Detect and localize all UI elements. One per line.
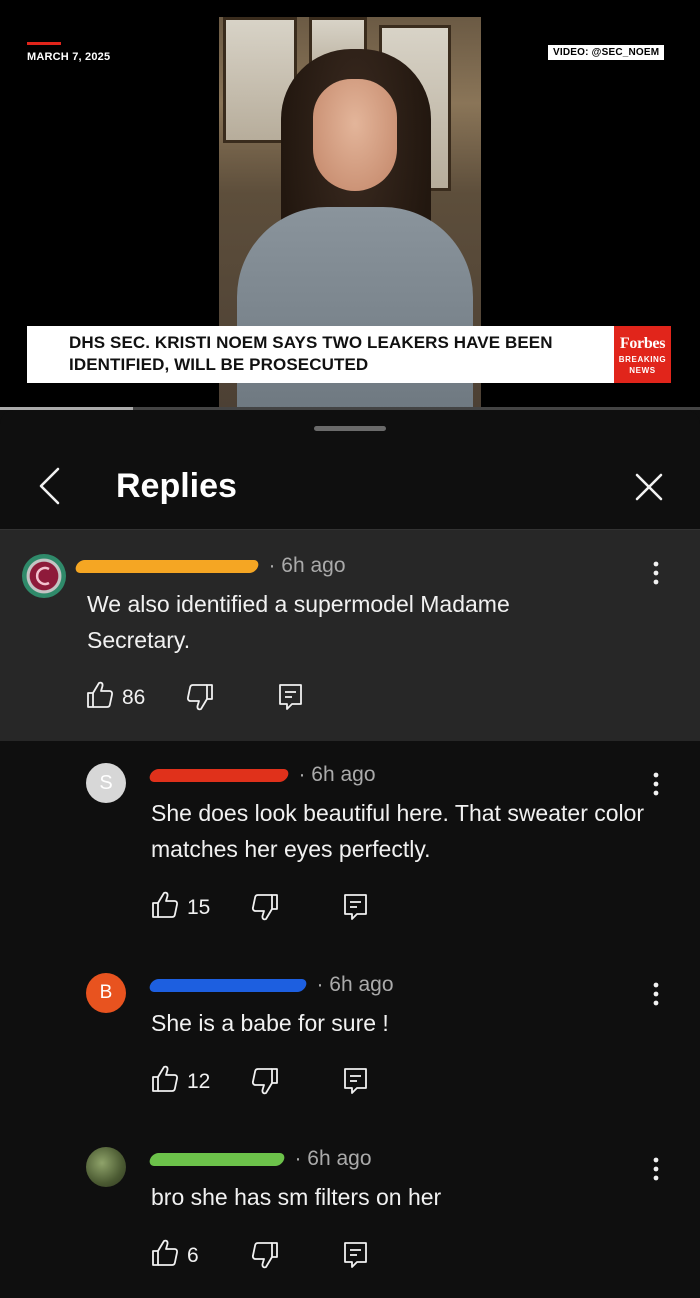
lower-third-banner: DHS SEC. KRISTI NOEM SAYS TWO LEAKERS HA… (27, 326, 615, 383)
redacted-username (147, 768, 291, 782)
reply-button[interactable] (342, 1066, 372, 1102)
back-button[interactable] (30, 466, 70, 506)
breaking-label: BREAKING (618, 355, 667, 364)
video-credit: VIDEO: @SEC_NOEM (548, 45, 665, 60)
like-count: 12 (187, 1070, 211, 1093)
speaker-face (313, 79, 397, 191)
reply-icon (344, 1068, 367, 1094)
avatar-letter: S (99, 772, 113, 794)
reply-icon (344, 1242, 367, 1268)
close-icon (635, 473, 663, 501)
like-button[interactable] (151, 1238, 181, 1274)
more-vert-icon (653, 772, 659, 796)
more-options-button[interactable] (646, 1154, 666, 1184)
comment-text: bro she has sm filters on her (151, 1184, 442, 1210)
reply-icon (344, 894, 367, 920)
like-count: 6 (187, 1244, 199, 1267)
redacted-username (73, 559, 261, 573)
avatar[interactable] (86, 1147, 126, 1187)
comment-actions: 6 (151, 1238, 411, 1274)
reply-button[interactable] (277, 682, 307, 718)
thumb-up-icon (152, 1065, 179, 1092)
drag-handle[interactable] (314, 426, 386, 431)
more-options-button[interactable] (646, 558, 666, 588)
comment-actions: 15 (151, 890, 411, 926)
dislike-button[interactable] (186, 682, 216, 718)
more-options-button[interactable] (646, 769, 666, 799)
comment-time: · 6h ago (268, 554, 346, 577)
comment-text: She does look beautiful here. That sweat… (151, 800, 645, 862)
like-count: 15 (187, 896, 211, 919)
comment-text: She is a babe for sure ! (151, 1010, 389, 1036)
monogram-icon (35, 566, 50, 586)
thumb-down-icon (186, 684, 213, 711)
dislike-button[interactable] (251, 1240, 281, 1276)
more-vert-icon (653, 561, 659, 585)
comment-time: · 6h ago (316, 973, 394, 996)
like-button[interactable] (86, 680, 116, 716)
dislike-button[interactable] (251, 1066, 281, 1102)
avatar[interactable]: B (86, 973, 126, 1013)
author-row: · 6h ago (147, 1147, 372, 1175)
more-options-button[interactable] (646, 979, 666, 1009)
redacted-username (147, 1152, 287, 1166)
avatar-letter: B (99, 982, 113, 1003)
comment-actions: 12 (151, 1064, 411, 1100)
like-button[interactable] (151, 1064, 181, 1100)
author-row: · 6h ago (147, 763, 376, 791)
author-row: · 6h ago (147, 973, 394, 1001)
panel-title: Replies (116, 467, 237, 505)
author-row: · 6h ago (73, 554, 346, 582)
reply-icon (279, 684, 302, 710)
comment-time: · 6h ago (298, 763, 376, 786)
thumb-down-icon (251, 1242, 278, 1269)
chevron-left-icon (39, 467, 60, 505)
thumb-up-icon (87, 681, 114, 708)
reply-button[interactable] (342, 1240, 372, 1276)
dislike-button[interactable] (251, 892, 281, 928)
redacted-username (147, 978, 309, 992)
thumb-down-icon (251, 894, 278, 921)
like-button[interactable] (151, 890, 181, 926)
date-accent-bar (27, 42, 61, 45)
comment-actions: 86 (86, 680, 346, 716)
news-label: NEWS (629, 366, 656, 375)
video-headline: DHS SEC. KRISTI NOEM SAYS TWO LEAKERS HA… (69, 333, 553, 374)
forbes-wordmark: Forbes (619, 335, 666, 352)
more-vert-icon (653, 982, 659, 1006)
close-button[interactable] (628, 466, 670, 508)
video-player[interactable]: MARCH 7, 2025 VIDEO: @SEC_NOEM DHS SEC. … (0, 0, 700, 410)
more-vert-icon (653, 1157, 659, 1181)
thumb-up-icon (152, 1239, 179, 1266)
forbes-logo: Forbes BREAKING NEWS (614, 326, 671, 383)
comment-time: · 6h ago (294, 1147, 372, 1170)
avatar[interactable] (22, 554, 66, 598)
thumb-down-icon (251, 1068, 278, 1095)
comment-text: We also identified a supermodel Madame S… (87, 591, 510, 653)
like-count: 86 (122, 686, 146, 709)
avatar[interactable]: S (86, 763, 126, 803)
replies-panel: Replies · 6h ago We also identified a su… (0, 410, 700, 1298)
thumb-up-icon (152, 891, 179, 918)
video-date: MARCH 7, 2025 (27, 51, 111, 63)
reply-button[interactable] (342, 892, 372, 928)
